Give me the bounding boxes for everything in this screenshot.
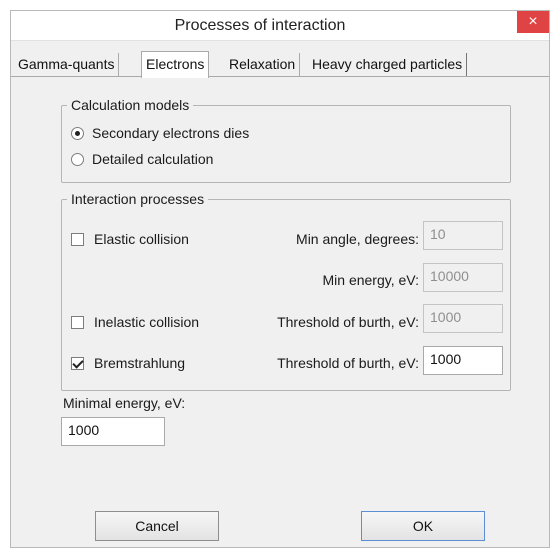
radio-detailed-calculation[interactable]: Detailed calculation [71, 151, 213, 167]
bremstrahlung-label: Bremstrahlung [94, 355, 186, 371]
inelastic-collision-checkbox[interactable]: Inelastic collision [71, 314, 199, 330]
inelastic-collision-label: Inelastic collision [94, 314, 200, 330]
tab-strip: Gamma-quants Electrons Relaxation Heavy … [11, 51, 549, 78]
radio-label-detailed: Detailed calculation [92, 151, 214, 167]
window-title: Processes of interaction [174, 17, 346, 34]
min-energy-input[interactable]: 10000 [423, 263, 503, 292]
radio-secondary-electrons-dies[interactable]: Secondary electrons dies [71, 125, 249, 141]
min-energy-label: Min energy, eV: [322, 272, 420, 288]
radio-label-secondary: Secondary electrons dies [92, 125, 250, 141]
min-angle-label: Min angle, degrees: [296, 231, 419, 247]
tab-electrons[interactable]: Electrons [141, 51, 210, 78]
elastic-collision-checkbox[interactable]: Elastic collision [71, 231, 189, 247]
min-angle-input[interactable]: 10 [423, 221, 503, 250]
inelastic-threshold-label: Threshold of burth, eV: [277, 314, 419, 330]
close-icon: × [528, 13, 538, 30]
close-button[interactable]: × [517, 11, 549, 33]
bremstrahlung-threshold-label: Threshold of burth, eV: [277, 355, 419, 371]
elastic-collision-label: Elastic collision [94, 231, 189, 247]
checkbox[interactable] [71, 232, 84, 246]
tab-heavy-charged-particles[interactable]: Heavy charged particles [308, 53, 468, 76]
interaction-processes-legend: Interaction processes [71, 191, 205, 207]
electrons-panel: Calculation models Secondary electrons d… [11, 76, 549, 516]
bremstrahlung-checkbox[interactable]: Bremstrahlung [71, 355, 185, 371]
minimal-energy-input[interactable]: 1000 [61, 417, 165, 446]
checkbox-checked[interactable] [71, 356, 84, 370]
dialog-window: Processes of interaction × Gamma-quants … [10, 10, 550, 548]
tab-gamma-quants[interactable]: Gamma-quants [14, 53, 120, 76]
minimal-energy-label: Minimal energy, eV: [63, 395, 186, 411]
calculation-models-legend: Calculation models [71, 97, 190, 113]
radio-button[interactable] [71, 152, 84, 166]
radio-button-selected[interactable] [71, 126, 84, 140]
inelastic-threshold-input[interactable]: 1000 [423, 304, 503, 333]
bremstrahlung-threshold-input[interactable]: 1000 [423, 346, 503, 375]
title-bar[interactable]: Processes of interaction × [11, 11, 549, 41]
cancel-button[interactable]: Cancel [95, 511, 219, 541]
tab-relaxation[interactable]: Relaxation [225, 53, 301, 76]
checkbox[interactable] [71, 315, 84, 329]
ok-button[interactable]: OK [361, 511, 485, 541]
